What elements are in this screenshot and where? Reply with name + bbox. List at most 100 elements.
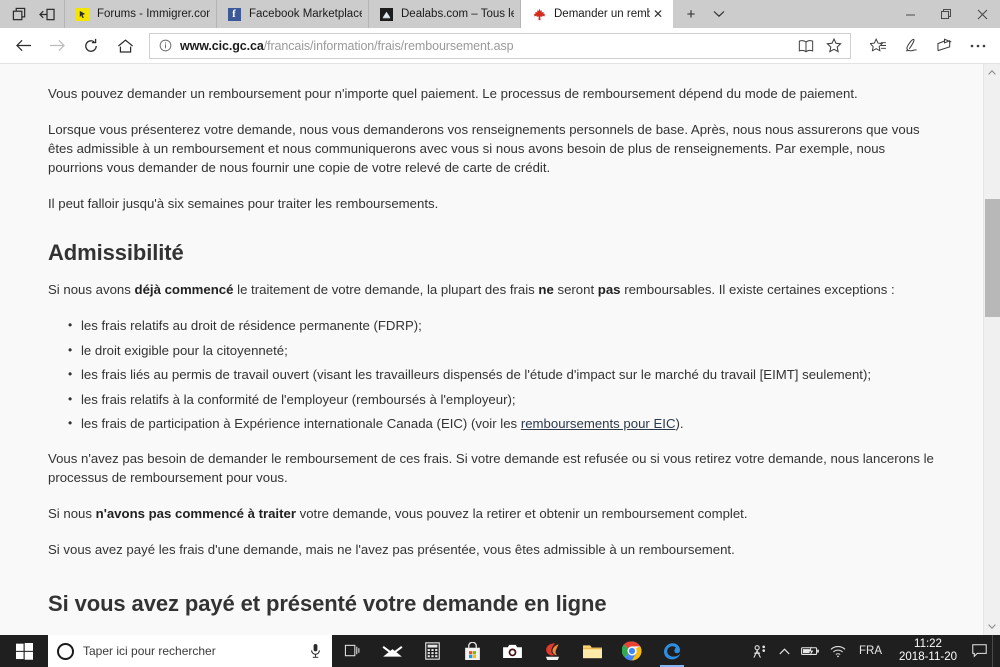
forward-button[interactable] [40, 31, 74, 61]
search-placeholder-text: Taper ici pour rechercher [83, 644, 216, 658]
camera-icon[interactable] [492, 635, 532, 667]
edge-icon[interactable] [652, 635, 692, 667]
maple-leaf-glyph [533, 8, 545, 20]
store-icon[interactable] [452, 635, 492, 667]
people-glyph [753, 644, 766, 658]
clock[interactable]: 11:22 2018-11-20 [890, 635, 966, 667]
tab-dealabs[interactable]: Dealabs.com – Tous les dea ✕ [369, 0, 521, 28]
dealabs-icon [378, 6, 394, 22]
home-button[interactable] [108, 31, 142, 61]
battery-icon[interactable] [796, 635, 825, 667]
scroll-up-arrow-icon[interactable] [984, 64, 1000, 81]
more-options-icon[interactable] [961, 31, 994, 61]
ellipsis-glyph [970, 44, 985, 47]
people-icon[interactable] [747, 635, 772, 667]
address-bar[interactable]: www.cic.gc.ca/francais/information/frais… [149, 32, 851, 59]
camera-glyph [502, 644, 522, 659]
taskbar-search-box[interactable]: Taper ici pour rechercher [48, 635, 332, 667]
browser-window: Forums - Immigrer.com ✕ f Facebook Marke… [0, 0, 1000, 667]
paragraph-no-request-needed: Vous n'avez pas besoin de demander le re… [48, 451, 934, 485]
chrome-icon[interactable] [612, 635, 652, 667]
action-center-icon[interactable] [966, 635, 992, 667]
calculator-icon[interactable] [412, 635, 452, 667]
dealabs-glyph [382, 11, 390, 18]
yellow-arrow-glyph [79, 10, 85, 18]
refresh-button[interactable] [74, 31, 108, 61]
set-tabs-aside-glyph [39, 8, 55, 20]
site-info-icon[interactable] [150, 34, 180, 58]
hub-glyph [870, 38, 886, 52]
task-view-icon[interactable] [332, 635, 372, 667]
new-tab-icon[interactable]: + [677, 1, 705, 27]
clock-time: 11:22 [914, 638, 942, 650]
window-controls [892, 0, 1000, 28]
favorite-star-icon[interactable] [820, 34, 848, 58]
page-viewport: Vous pouvez demander un remboursement po… [0, 64, 1000, 635]
share-icon[interactable] [928, 31, 961, 61]
paragraph-not-started: Si nous n'avons pas commencé à traiter v… [48, 504, 937, 523]
scroll-down-arrow-icon[interactable] [984, 618, 1000, 635]
scrollbar-track[interactable] [984, 81, 1000, 618]
paragraph-paid-not-submitted: Si vous avez payé les frais d'une demand… [48, 542, 735, 557]
address-bar-actions [792, 34, 848, 58]
link-remboursements-pour-eic[interactable]: remboursements pour EIC [521, 416, 676, 431]
ccleaner-icon[interactable] [532, 635, 572, 667]
web-page: Vous pouvez demander un remboursement po… [0, 64, 983, 635]
list-item: les frais relatifs au droit de résidence… [68, 316, 937, 335]
chrome-glyph [622, 641, 642, 661]
home-icon [117, 38, 133, 53]
close-icon [977, 9, 987, 19]
toolbar-actions [862, 31, 994, 61]
microphone-glyph [311, 644, 320, 658]
start-button[interactable] [0, 635, 48, 667]
star-glyph [826, 38, 842, 53]
tab-demander-un-remboursement[interactable]: Demander un rembour ✕ [521, 0, 673, 28]
tab-strip: Forums - Immigrer.com ✕ f Facebook Marke… [0, 0, 1000, 28]
close-button[interactable] [964, 0, 1000, 28]
url-host: www.cic.gc.ca [180, 38, 264, 53]
tab-forums-immigrer[interactable]: Forums - Immigrer.com ✕ [65, 0, 217, 28]
tab-title: Demander un rembour [554, 8, 650, 20]
clock-date: 2018-11-20 [899, 651, 957, 663]
restore-button[interactable] [928, 0, 964, 28]
file-explorer-icon[interactable] [572, 635, 612, 667]
mail-icon[interactable] [372, 635, 412, 667]
wifi-icon[interactable] [825, 635, 851, 667]
info-circle-glyph [159, 39, 171, 52]
page-scrollbar[interactable] [983, 64, 1000, 635]
show-desktop-button[interactable] [992, 635, 998, 667]
chevron-down-icon[interactable] [705, 1, 733, 27]
facebook-icon: f [226, 6, 242, 22]
page-content: Vous pouvez demander un remboursement po… [0, 64, 983, 635]
close-icon[interactable]: ✕ [650, 6, 666, 22]
hub-icon[interactable] [862, 31, 895, 61]
text-bold-not-started: n'avons pas commencé à traiter [95, 506, 296, 521]
mail-glyph [382, 645, 402, 657]
set-tabs-aside-icon[interactable] [34, 2, 60, 26]
tab-title: Facebook Marketplace [249, 8, 362, 20]
text-bold-deja-commence: déjà commencé [134, 282, 234, 297]
windows-taskbar: Taper ici pour rechercher FRA 11:22 2018… [0, 635, 1000, 667]
text-segment: remboursables. Il existe certaines excep… [620, 282, 895, 297]
taskbar-pinned-apps [332, 635, 692, 667]
show-hidden-icons-chevron-icon[interactable] [772, 635, 796, 667]
back-button[interactable] [6, 31, 40, 61]
navigation-toolbar: www.cic.gc.ca/francais/information/frais… [0, 28, 1000, 64]
maple-leaf-icon [531, 6, 547, 22]
tab-facebook-marketplace[interactable]: f Facebook Marketplace ✕ [217, 0, 369, 28]
scrollbar-thumb[interactable] [985, 199, 1000, 318]
notes-pen-icon[interactable] [895, 31, 928, 61]
system-tray: FRA 11:22 2018-11-20 [747, 635, 1000, 667]
show-set-aside-tabs-icon[interactable] [6, 2, 32, 26]
restore-icon [941, 9, 951, 19]
language-indicator[interactable]: FRA [851, 635, 890, 667]
chevron-up-glyph [778, 647, 790, 654]
text-bold-ne: ne [538, 282, 554, 297]
address-url-text[interactable]: www.cic.gc.ca/francais/information/frais… [180, 39, 792, 53]
heading-admissibilite: Admissibilité [48, 240, 184, 265]
text-segment: ). [675, 416, 684, 431]
microphone-icon[interactable] [310, 643, 326, 659]
list-item: les frais liés au permis de travail ouve… [68, 365, 937, 384]
reading-view-icon[interactable] [792, 34, 820, 58]
minimize-button[interactable] [892, 0, 928, 28]
